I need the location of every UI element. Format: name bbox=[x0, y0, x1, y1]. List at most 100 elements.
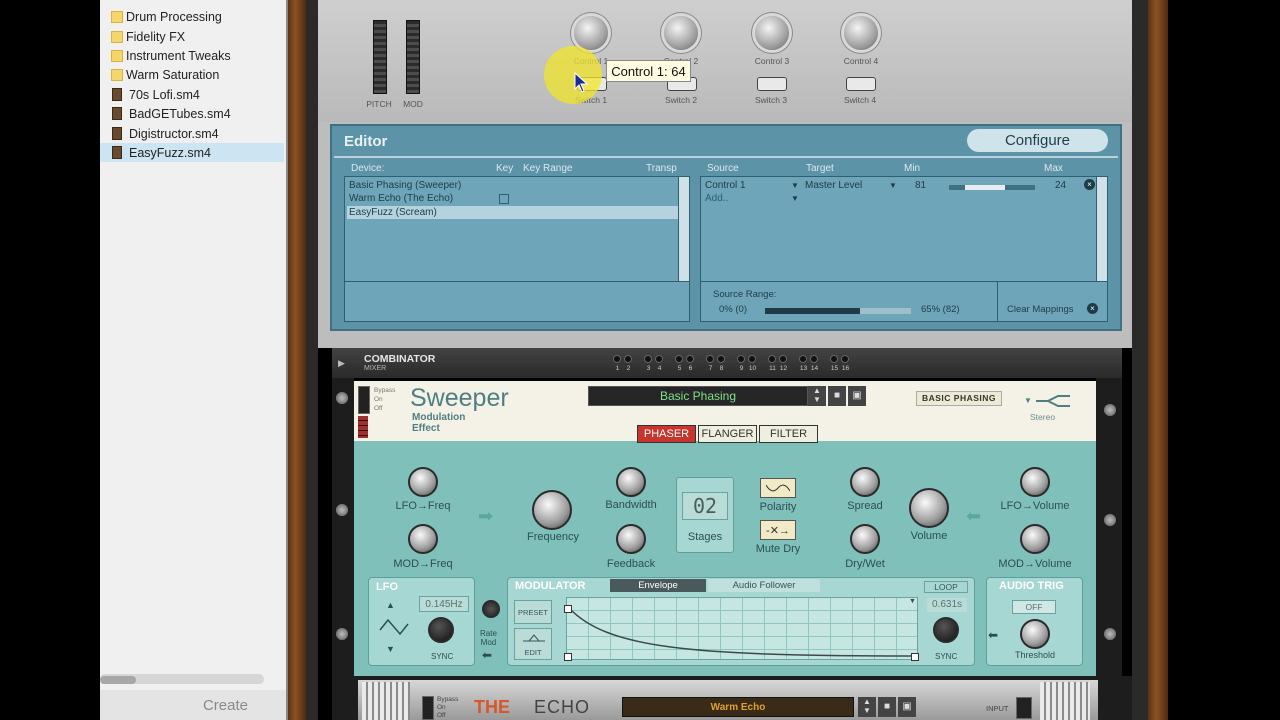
fold-arrow-icon[interactable]: ▶ bbox=[338, 358, 345, 369]
browser-item[interactable]: Fidelity FX bbox=[100, 27, 284, 46]
polarity-button[interactable] bbox=[760, 478, 796, 498]
spread-knob[interactable] bbox=[850, 467, 880, 497]
mapping-list-scrollbar[interactable] bbox=[1096, 177, 1107, 281]
volume-knob[interactable] bbox=[909, 488, 949, 528]
device-row-selected[interactable]: EasyFuzz (Scream) bbox=[349, 207, 437, 219]
add-mapping[interactable]: Add.. bbox=[705, 193, 728, 205]
clear-mappings-icon[interactable]: × bbox=[1087, 303, 1098, 314]
lfo-volume-knob[interactable] bbox=[1020, 467, 1050, 497]
audio-follower-tab[interactable]: Audio Follower bbox=[708, 579, 820, 592]
lfo-rate-knob[interactable] bbox=[428, 617, 454, 643]
rate-mod-knob[interactable] bbox=[482, 600, 500, 618]
channel-number: 15 bbox=[830, 365, 839, 372]
echo-browse-patch-icon[interactable]: ■ bbox=[878, 697, 896, 717]
browser-item[interactable]: 70s Lofi.sm4 bbox=[100, 85, 284, 104]
control-2-knob[interactable] bbox=[664, 16, 698, 50]
flanger-mode-button[interactable]: FLANGER bbox=[698, 425, 757, 443]
bypass-switch[interactable] bbox=[358, 386, 370, 414]
browser-item-selected[interactable]: EasyFuzz.sm4 bbox=[100, 143, 284, 162]
pitch-wheel[interactable] bbox=[373, 20, 387, 94]
mod-volume-knob[interactable] bbox=[1020, 524, 1050, 554]
combinator-title: COMBINATOR bbox=[364, 353, 436, 365]
device-row[interactable]: Warm Echo (The Echo) bbox=[349, 193, 453, 205]
browser-item[interactable]: Digistructor.sm4 bbox=[100, 124, 284, 143]
min-header: Min bbox=[904, 163, 921, 174]
stereo-dropdown-icon[interactable]: ▼ bbox=[1024, 396, 1032, 405]
channel-led bbox=[613, 355, 621, 363]
save-patch-icon[interactable]: ▣ bbox=[848, 386, 866, 406]
feedback-knob[interactable] bbox=[616, 524, 646, 554]
echo-patch-up-down-icon[interactable]: ▲ ▼ bbox=[858, 697, 876, 717]
mapping-min[interactable]: 81 bbox=[915, 180, 926, 192]
envelope-graph[interactable]: ▼ bbox=[564, 597, 919, 661]
device-row[interactable]: Basic Phasing (Sweeper) bbox=[349, 180, 461, 192]
audio-trig-toggle[interactable]: OFF bbox=[1012, 600, 1056, 614]
envelope-tab[interactable]: Envelope bbox=[610, 579, 706, 592]
control-4-knob[interactable] bbox=[844, 16, 878, 50]
envelope-dropdown-icon[interactable]: ▼ bbox=[909, 598, 916, 605]
patch-up-down-icon[interactable]: ▲ ▼ bbox=[808, 386, 826, 406]
rack-wood-right bbox=[1148, 0, 1168, 720]
control-1-knob[interactable] bbox=[574, 16, 608, 50]
dry-wet-label: Dry/Wet bbox=[845, 558, 885, 570]
echo-on-label: On bbox=[437, 704, 446, 711]
switch-4[interactable] bbox=[846, 77, 876, 91]
modulator-sync-label[interactable]: SYNC bbox=[935, 652, 957, 661]
frequency-knob[interactable] bbox=[532, 490, 572, 530]
browser-item[interactable]: Warm Saturation bbox=[100, 65, 284, 84]
mapping-max[interactable]: 24 bbox=[1055, 180, 1066, 192]
envelope-edit-button[interactable]: EDIT bbox=[514, 628, 552, 660]
patch-file-icon bbox=[112, 107, 122, 120]
lfo-freq-knob[interactable] bbox=[408, 467, 438, 497]
threshold-knob[interactable] bbox=[1020, 619, 1050, 649]
browse-patch-icon[interactable]: ■ bbox=[828, 386, 846, 406]
browser-item[interactable]: Instrument Tweaks bbox=[100, 46, 284, 65]
envelope-preset-button[interactable]: PRESET bbox=[514, 600, 552, 624]
mod-wheel[interactable] bbox=[406, 20, 420, 94]
folder-icon bbox=[111, 68, 123, 81]
envelope-handle[interactable] bbox=[564, 605, 572, 613]
edit-label: EDIT bbox=[524, 648, 542, 657]
dry-wet-knob[interactable] bbox=[850, 524, 880, 554]
channel-led bbox=[779, 355, 787, 363]
scrollbar-thumb[interactable] bbox=[100, 676, 136, 684]
loop-button[interactable]: LOOP bbox=[924, 581, 968, 593]
envelope-handle[interactable] bbox=[564, 653, 572, 661]
create-button[interactable]: Create bbox=[100, 690, 286, 720]
switch-3[interactable] bbox=[757, 77, 787, 91]
configure-button[interactable]: Configure bbox=[967, 129, 1108, 152]
source-dropdown-icon[interactable]: ▼ bbox=[791, 181, 799, 190]
add-dropdown-icon[interactable]: ▼ bbox=[791, 194, 799, 203]
phaser-mode-button[interactable]: PHASER bbox=[637, 425, 696, 443]
key-checkbox[interactable] bbox=[499, 194, 509, 204]
lfo-wave-down-icon[interactable]: ▼ bbox=[386, 644, 395, 654]
mod-freq-knob[interactable] bbox=[408, 524, 438, 554]
echo-save-patch-icon[interactable]: ▣ bbox=[898, 697, 916, 717]
control-3-knob[interactable] bbox=[755, 16, 789, 50]
remove-mapping-icon[interactable]: × bbox=[1084, 179, 1095, 190]
echo-patch-display[interactable]: Warm Echo bbox=[622, 697, 854, 717]
mixer-channel-leds: 1 2 3 4 5 6 7 8 9 10 11 12 13 14 15 16 bbox=[612, 355, 852, 377]
browser-item[interactable]: Drum Processing bbox=[100, 7, 284, 26]
filter-mode-button[interactable]: FILTER bbox=[759, 425, 818, 443]
mute-dry-button[interactable]: -✕→ bbox=[760, 520, 796, 540]
target-dropdown-icon[interactable]: ▼ bbox=[889, 181, 897, 190]
clear-mappings-button[interactable]: Clear Mappings bbox=[1007, 304, 1074, 315]
echo-bypass-switch[interactable] bbox=[422, 696, 434, 720]
browser-item-label: Fidelity FX bbox=[126, 29, 186, 44]
patch-display[interactable]: Basic Phasing bbox=[588, 386, 808, 406]
bandwidth-knob[interactable] bbox=[616, 467, 646, 497]
lfo-wave-up-icon[interactable]: ▲ bbox=[386, 600, 395, 610]
transp-header: Transp bbox=[646, 163, 677, 174]
mixer-channel-pair: 12 bbox=[612, 355, 640, 377]
mapping-source[interactable]: Control 1 bbox=[705, 180, 746, 192]
device-list-scrollbar[interactable] bbox=[678, 177, 689, 281]
modulator-time-knob[interactable] bbox=[933, 617, 959, 643]
mapping-target[interactable]: Master Level bbox=[805, 180, 862, 192]
envelope-handle[interactable] bbox=[911, 653, 919, 661]
mixer-channel-pair: 34 bbox=[643, 355, 671, 377]
lfo-sync-label[interactable]: SYNC bbox=[431, 652, 453, 661]
channel-led bbox=[737, 355, 745, 363]
stages-display[interactable]: 02 bbox=[682, 492, 728, 520]
browser-item[interactable]: BadGETubes.sm4 bbox=[100, 104, 284, 123]
